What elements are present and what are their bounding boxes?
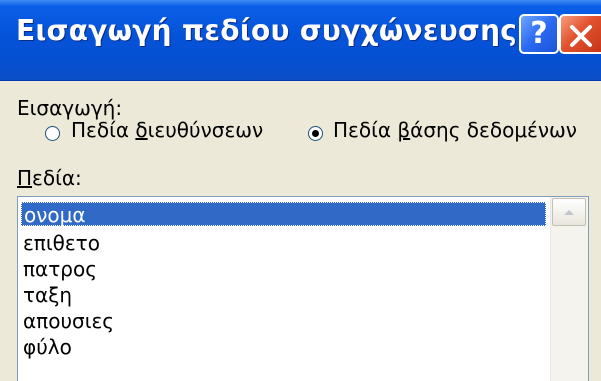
radio-selected-dot (312, 130, 319, 137)
help-button[interactable]: ? (519, 14, 559, 54)
radio-database-fields[interactable] (308, 126, 323, 141)
radio-address-fields[interactable] (45, 126, 60, 141)
list-item-1[interactable]: επιθετο (21, 231, 546, 255)
vertical-scrollbar[interactable] (550, 197, 588, 381)
title-bar[interactable]: Εισαγωγή πεδίου συγχώνευσης ? (0, 0, 601, 81)
merge-field-dialog: Εισαγωγή πεδίου συγχώνευσης ? Εισαγωγή: … (0, 0, 601, 381)
fields-label: Πεδία: (17, 166, 82, 190)
arrow-up-icon (564, 210, 574, 215)
radio-database-fields-label[interactable]: Πεδία βάσης δεδομένων (333, 118, 577, 142)
scroll-up-button[interactable] (552, 198, 586, 226)
list-item-2[interactable]: πατρος (21, 257, 546, 281)
insert-group-label: Εισαγωγή: (17, 96, 123, 120)
window-title: Εισαγωγή πεδίου συγχώνευσης (16, 14, 518, 47)
close-x-icon (570, 25, 592, 47)
list-item-3[interactable]: ταξη (21, 283, 546, 307)
list-item-4[interactable]: απουσιες (21, 309, 546, 333)
fields-listbox[interactable]: ονομα επιθετο πατρος ταξη απουσιες φύλο (17, 196, 589, 381)
close-button[interactable] (559, 14, 601, 54)
list-item-5[interactable]: φύλο (21, 335, 546, 359)
list-item-0[interactable]: ονομα (21, 202, 546, 227)
question-mark-icon: ? (530, 16, 548, 51)
radio-address-fields-label[interactable]: Πεδία διευθύνσεων (71, 118, 263, 142)
